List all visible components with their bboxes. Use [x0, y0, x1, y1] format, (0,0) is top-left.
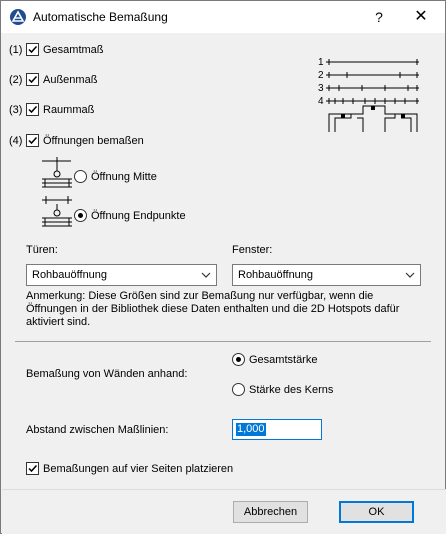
label-outer-dimension: Außenmaß [43, 74, 98, 86]
checkbox-four-sides[interactable] [26, 462, 39, 475]
opening-endpoints-icon [42, 196, 72, 227]
dialog-title: Automatische Bemaßung [33, 10, 168, 24]
radio-opening-middle[interactable] [74, 170, 87, 183]
checkmark-icon [28, 464, 38, 473]
preview-number-2: 2 [318, 70, 324, 81]
label-total-dimension: Gesamtmaß [43, 44, 104, 56]
checkmark-icon [28, 136, 38, 145]
doors-select-value: Rohbauöffnung [32, 269, 108, 281]
walls-dimension-label: Bemaßung von Wänden anhand: [26, 368, 188, 380]
label-opening-endpoints: Öffnung Endpunkte [91, 210, 186, 222]
option-number: (3) [9, 104, 23, 116]
dialog-window: Automatische Bemaßung ? ✕ (1) Gesamtmaß … [0, 0, 446, 534]
dimension-preview-diagram: 1 2 3 4 [318, 57, 419, 132]
checkmark-icon [28, 75, 38, 84]
spacing-label: Abstand zwischen Maßlinien: [26, 424, 169, 436]
preview-number-3: 3 [318, 83, 324, 94]
radio-total-thickness[interactable] [232, 353, 245, 366]
windows-select[interactable]: Rohbauöffnung [232, 264, 421, 286]
chevron-down-icon [201, 272, 211, 278]
option-number: (1) [9, 44, 23, 56]
preview-number-1: 1 [318, 57, 324, 68]
help-button[interactable]: ? [361, 5, 397, 29]
ok-button[interactable]: OK [339, 501, 414, 523]
checkmark-icon [28, 105, 38, 114]
opening-middle-icon [42, 157, 72, 188]
cancel-button[interactable]: Abbrechen [233, 501, 308, 523]
label-opening-middle: Öffnung Mitte [91, 171, 157, 183]
section-divider [15, 341, 431, 342]
button-bar: Abbrechen OK [2, 489, 446, 534]
archicad-app-icon [10, 9, 26, 25]
spacing-input[interactable]: 1,000 [232, 419, 322, 440]
spacing-input-value: 1,000 [236, 423, 266, 436]
checkmark-icon [28, 45, 38, 54]
checkbox-total-dimension[interactable] [26, 43, 39, 56]
checkbox-dimension-openings[interactable] [26, 134, 39, 147]
windows-select-value: Rohbauöffnung [238, 269, 314, 281]
radio-selected-dot [78, 213, 83, 218]
option-number: (2) [9, 74, 23, 86]
availability-note: Anmerkung: Diese Größen sind zur Bemaßun… [26, 290, 400, 328]
label-dimension-openings: Öffnungen bemaßen [43, 135, 144, 147]
label-room-dimension: Raummaß [43, 104, 95, 116]
windows-label: Fenster: [232, 244, 273, 256]
radio-selected-dot [236, 357, 241, 362]
radio-core-thickness[interactable] [232, 383, 245, 396]
doors-select[interactable]: Rohbauöffnung [26, 264, 217, 286]
option-number: (4) [9, 135, 23, 147]
close-button[interactable]: ✕ [399, 3, 443, 31]
label-core-thickness: Stärke des Kerns [249, 384, 334, 396]
title-bar: Automatische Bemaßung ? ✕ [1, 1, 445, 33]
preview-number-4: 4 [318, 96, 324, 107]
doors-label: Türen: [26, 244, 58, 256]
label-total-thickness: Gesamtstärke [249, 354, 318, 366]
chevron-down-icon [405, 272, 415, 278]
radio-opening-endpoints[interactable] [74, 209, 87, 222]
label-four-sides: Bemaßungen auf vier Seiten platzieren [43, 463, 234, 475]
checkbox-outer-dimension[interactable] [26, 73, 39, 86]
checkbox-room-dimension[interactable] [26, 103, 39, 116]
